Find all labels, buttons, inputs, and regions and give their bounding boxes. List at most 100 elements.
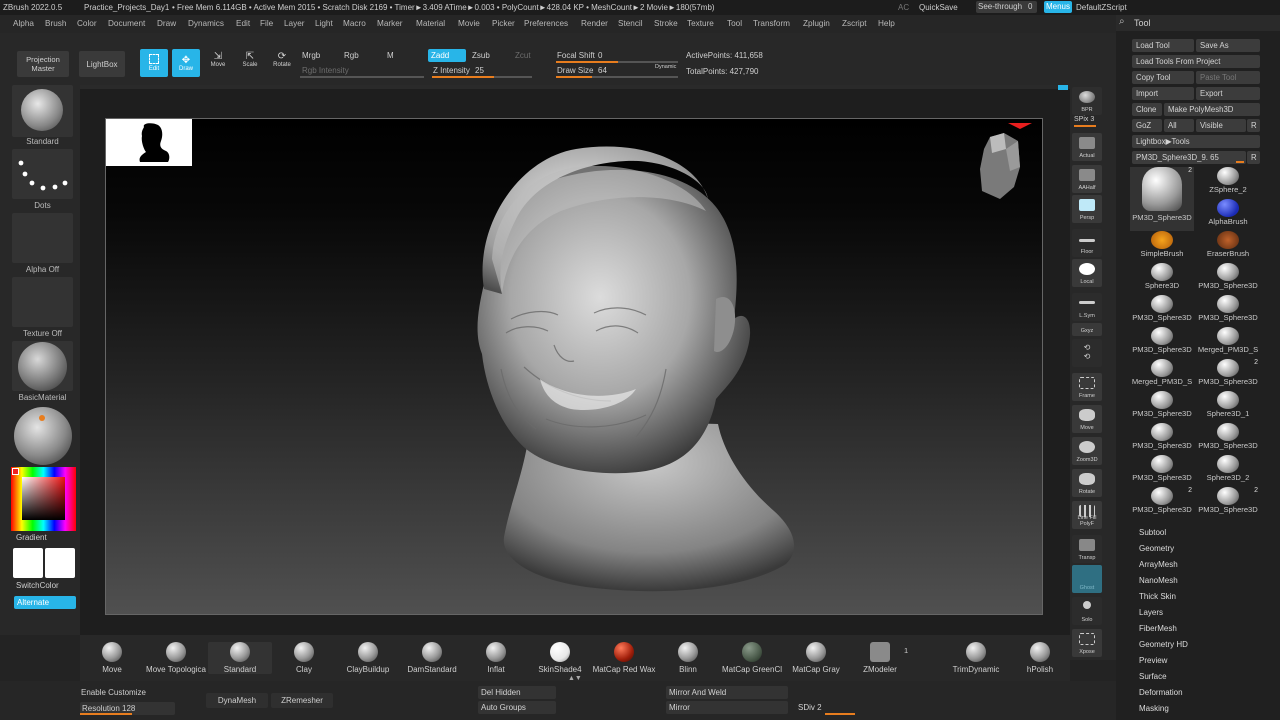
menu-tool[interactable]: Tool	[727, 19, 742, 28]
tool-thumb[interactable]: Sphere3D_1	[1196, 391, 1260, 423]
move-mode-button[interactable]: ⇲ Move	[204, 51, 232, 75]
menu-material[interactable]: Material	[416, 19, 445, 28]
menu-marker[interactable]: Marker	[377, 19, 402, 28]
goz-r-button[interactable]: R	[1247, 119, 1260, 132]
menu-texture[interactable]: Texture	[687, 19, 714, 28]
brush-trimdynamic[interactable]: TrimDynamic	[944, 642, 1008, 674]
enable-customize-button[interactable]: Enable Customize	[81, 688, 146, 697]
scale-mode-button[interactable]: ⇱ Scale	[236, 51, 264, 75]
see-through-slider[interactable]: See-through 0	[976, 1, 1037, 13]
menu-zscript[interactable]: Zscript	[842, 19, 867, 28]
menu-help[interactable]: Help	[878, 19, 895, 28]
subpalette-geometry[interactable]: Geometry	[1139, 544, 1174, 553]
menu-file[interactable]: File	[260, 19, 273, 28]
zsub-button[interactable]: Zsub	[472, 51, 490, 60]
menu-brush[interactable]: Brush	[45, 19, 66, 28]
menu-transform[interactable]: Transform	[753, 19, 790, 28]
tool-thumb[interactable]: PM3D_Sphere3D	[1196, 263, 1260, 295]
local-button[interactable]: Local	[1072, 259, 1102, 287]
rotation-axis-buttons[interactable]: ⟲ ⟲	[1072, 339, 1102, 367]
menu-color[interactable]: Color	[77, 19, 97, 28]
m-button[interactable]: M	[387, 51, 394, 60]
subpalette-layers[interactable]: Layers	[1139, 608, 1163, 617]
main-color-swatch[interactable]	[13, 548, 43, 578]
aahalf-button[interactable]: AAHalf	[1072, 165, 1102, 193]
subpalette-preview[interactable]: Preview	[1139, 656, 1167, 665]
tool-thumb[interactable]: SimpleBrush	[1130, 231, 1194, 263]
tool-palette-title[interactable]: Tool	[1134, 18, 1151, 28]
brush-clay[interactable]: Clay	[272, 642, 336, 674]
persp-button[interactable]: Persp	[1072, 195, 1102, 223]
tool-thumb[interactable]: Sphere3D	[1130, 263, 1194, 295]
brush-matcap-greencl[interactable]: MatCap GreenCl	[720, 642, 784, 674]
tool-thumb[interactable]: PM3D_Sphere3D	[1196, 423, 1260, 455]
brush-matcap-gray[interactable]: MatCap Gray	[784, 642, 848, 674]
paste-tool-button[interactable]: Paste Tool	[1196, 71, 1260, 84]
subpalette-subtool[interactable]: Subtool	[1139, 528, 1166, 537]
menu-light[interactable]: Light	[315, 19, 333, 28]
menu-layer[interactable]: Layer	[284, 19, 304, 28]
brush-skinshade4[interactable]: SkinShade4	[528, 642, 592, 674]
draw-button[interactable]: ✥ Draw	[172, 49, 200, 77]
color-sphere-icon[interactable]	[14, 407, 72, 465]
goz-button[interactable]: GoZ	[1132, 119, 1162, 132]
sculpt-bust-model[interactable]	[106, 119, 1044, 616]
menu-stroke[interactable]: Stroke	[654, 19, 678, 28]
z-intensity-slider[interactable]: Z Intensity 25	[432, 65, 532, 78]
default-zscript[interactable]: DefaultZScript	[1076, 3, 1127, 12]
subpalette-surface[interactable]: Surface	[1139, 672, 1167, 681]
resolution-slider[interactable]: Resolution 128	[80, 702, 175, 715]
tool-thumb[interactable]: Merged_PM3D_S	[1130, 359, 1194, 391]
gradient-label[interactable]: Gradient	[16, 533, 47, 542]
tool-thumb[interactable]: Sphere3D_2	[1196, 455, 1260, 487]
zcut-button[interactable]: Zcut	[515, 51, 531, 60]
edit-button[interactable]: Edit	[140, 49, 168, 77]
canvas-scroll-marker[interactable]	[1058, 85, 1068, 90]
import-button[interactable]: Import	[1132, 87, 1194, 100]
tool-thumb[interactable]: PM3D_Sphere3D	[1196, 295, 1260, 327]
brush-hpolish[interactable]: hPolish	[1008, 642, 1072, 674]
bpr-button[interactable]: BPR	[1072, 87, 1102, 115]
tool-thumb[interactable]: PM3D_Sphere3D	[1130, 391, 1194, 423]
menu-movie[interactable]: Movie	[458, 19, 480, 28]
alternate-button[interactable]: Alternate	[14, 596, 76, 609]
tool-thumb[interactable]: PM3D_Sphere3D 2	[1130, 167, 1194, 231]
secondary-color-swatch[interactable]	[45, 548, 75, 578]
tool-thumb[interactable]: Merged_PM3D_S	[1196, 327, 1260, 359]
lightbox-tools-button[interactable]: Lightbox▶Tools	[1132, 135, 1260, 148]
dynamesh-button[interactable]: DynaMesh	[206, 693, 268, 708]
brush-standard[interactable]: Standard	[208, 642, 272, 674]
quicksave-button[interactable]: QuickSave	[919, 3, 958, 12]
dynamic-toggle[interactable]: Dynamic	[655, 64, 676, 70]
subpalette-deformation[interactable]: Deformation	[1139, 688, 1183, 697]
subpalette-arraymesh[interactable]: ArrayMesh	[1139, 560, 1178, 569]
subpalette-masking[interactable]: Masking	[1139, 704, 1169, 713]
save-as-button[interactable]: Save As	[1196, 39, 1260, 52]
tool-thumb[interactable]: PM3D_Sphere3D 2	[1196, 487, 1260, 519]
menu-alpha[interactable]: Alpha	[13, 19, 34, 28]
floor-button[interactable]: Floor	[1072, 229, 1102, 257]
current-tool-slider[interactable]: PM3D_Sphere3D_9. 65	[1132, 151, 1246, 164]
tool-thumb[interactable]: EraserBrush	[1196, 231, 1260, 263]
alpha-selector[interactable]	[12, 213, 73, 263]
polyf-button[interactable]: Line Fill PolyF	[1072, 501, 1102, 529]
brush-claybuildup[interactable]: ClayBuildup	[336, 642, 400, 674]
tool-thumb[interactable]: PM3D_Sphere3D	[1130, 327, 1194, 359]
move-view-button[interactable]: Move	[1072, 405, 1102, 433]
menus-toggle[interactable]: Menus	[1044, 1, 1072, 13]
zoom3d-button[interactable]: Zoom3D	[1072, 437, 1102, 465]
load-tools-from-project-button[interactable]: Load Tools From Project	[1132, 55, 1260, 68]
menu-picker[interactable]: Picker	[492, 19, 515, 28]
current-tool-r-button[interactable]: R	[1247, 151, 1260, 164]
subpalette-thick-skin[interactable]: Thick Skin	[1139, 592, 1176, 601]
frame-button[interactable]: Frame	[1072, 373, 1102, 401]
del-hidden-button[interactable]: Del Hidden	[478, 686, 556, 699]
xpose-button[interactable]: Xpose	[1072, 629, 1102, 657]
tool-thumb[interactable]: PM3D_Sphere3D	[1130, 423, 1194, 455]
zremesher-button[interactable]: ZRemesher	[271, 693, 333, 708]
menu-draw[interactable]: Draw	[157, 19, 176, 28]
mrgb-button[interactable]: Mrgb	[302, 51, 320, 60]
mirror-button[interactable]: Mirror	[666, 701, 788, 714]
brush-damstandard[interactable]: DamStandard	[400, 642, 464, 674]
export-button[interactable]: Export	[1196, 87, 1260, 100]
